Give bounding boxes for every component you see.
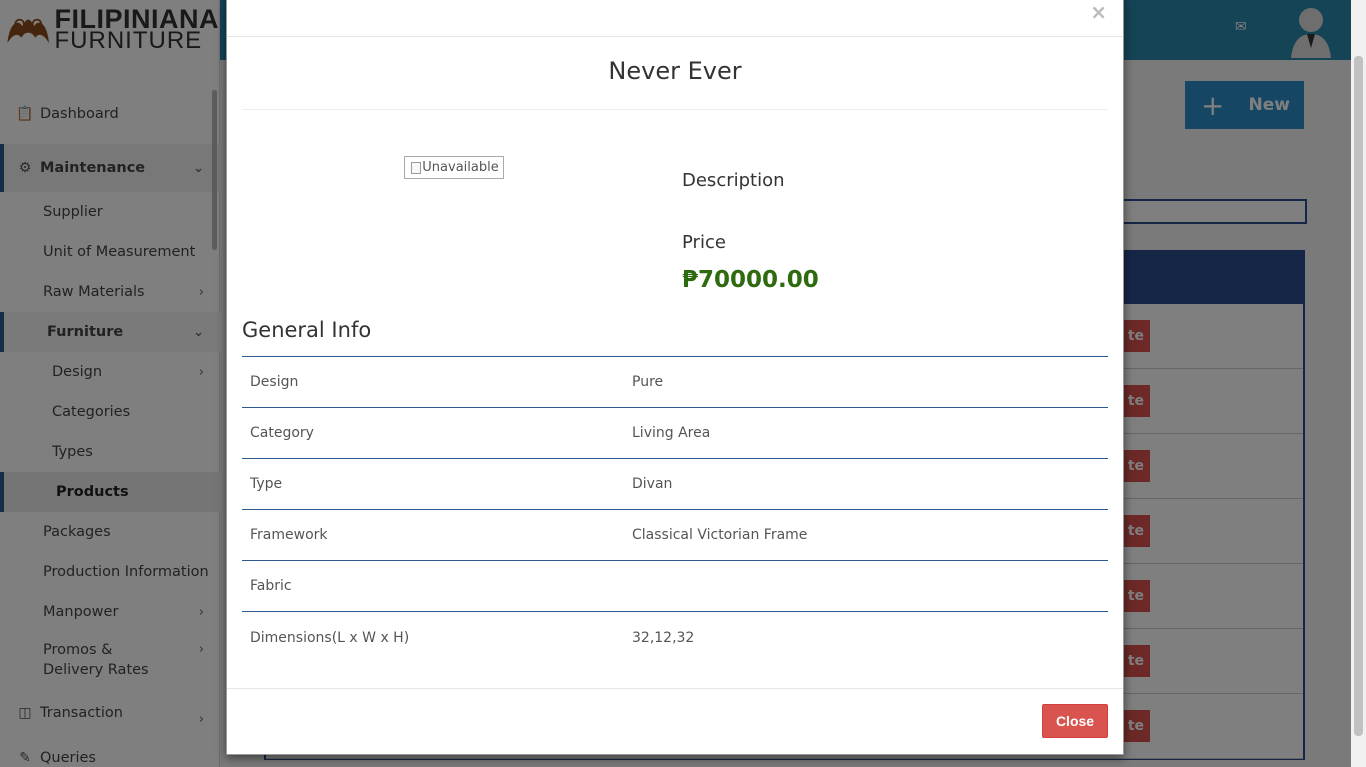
price-label: Price	[682, 232, 726, 253]
info-value: Pure	[632, 374, 664, 390]
close-button[interactable]: Close	[1042, 704, 1108, 738]
close-icon[interactable]: ×	[1090, 0, 1107, 24]
info-value: Divan	[632, 476, 673, 492]
info-row-design: Design Pure	[242, 357, 1108, 408]
info-key: Fabric	[250, 578, 292, 594]
price-value: ₱70000.00	[682, 267, 819, 293]
scrollbar-thumb[interactable]	[1354, 56, 1363, 736]
info-key: Design	[250, 374, 299, 390]
info-row-dimensions: Dimensions(L x W x H) 32,12,32	[242, 612, 1108, 663]
product-image: Unavailable	[404, 156, 504, 179]
product-image-alt: Unavailable	[422, 160, 499, 175]
info-value: 32,12,32	[632, 629, 695, 646]
modal-footer: Close	[227, 688, 1123, 754]
info-row-type: Type Divan	[242, 459, 1108, 510]
page-scrollbar[interactable]	[1351, 0, 1366, 767]
info-key: Category	[250, 425, 314, 441]
info-key: Dimensions(L x W x H)	[250, 629, 410, 646]
info-row-fabric: Fabric	[242, 561, 1108, 612]
info-row-category: Category Living Area	[242, 408, 1108, 459]
info-value: Living Area	[632, 425, 711, 441]
product-detail-modal: × Never Ever Unavailable Description Pri…	[226, 0, 1124, 755]
info-row-framework: Framework Classical Victorian Frame	[242, 510, 1108, 561]
modal-header: ×	[227, 0, 1123, 37]
general-info-table: Design Pure Category Living Area Type Di…	[242, 356, 1108, 663]
broken-image-icon	[411, 161, 422, 174]
info-key: Type	[250, 476, 283, 492]
info-key: Framework	[250, 527, 328, 543]
description-label: Description	[682, 170, 785, 191]
modal-title: Never Ever	[608, 57, 742, 85]
product-summary: Unavailable Description Price ₱70000.00	[227, 110, 1123, 330]
info-value: Classical Victorian Frame	[632, 527, 808, 543]
